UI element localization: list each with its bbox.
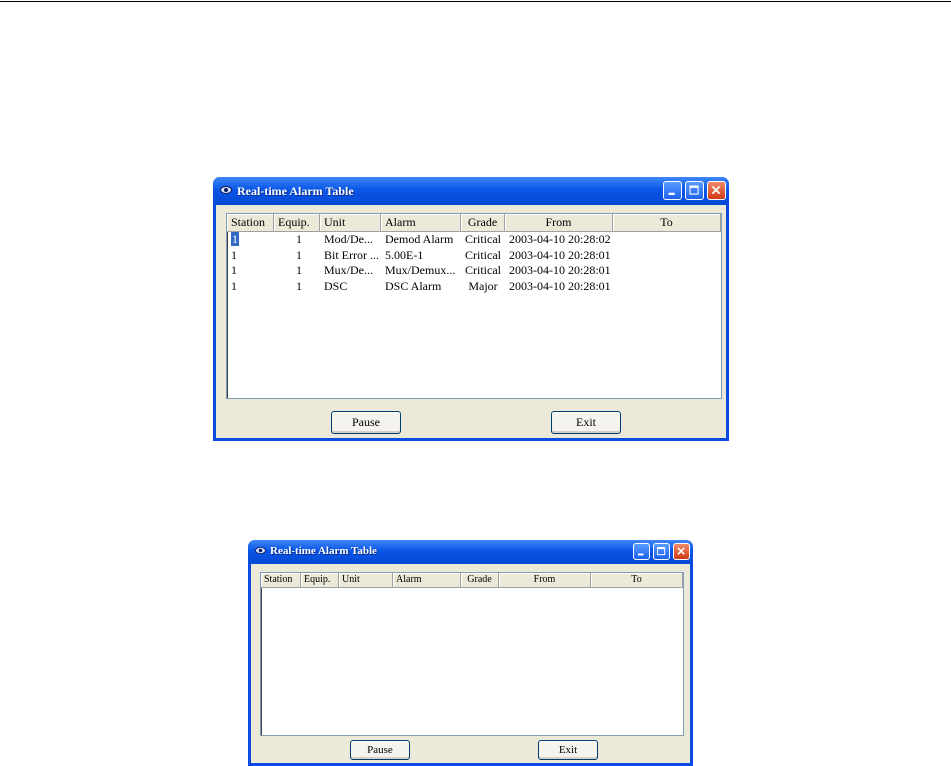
column-header-alarm[interactable]: Alarm xyxy=(381,214,461,232)
close-button[interactable] xyxy=(707,181,726,200)
cell-unit: Bit Error ... xyxy=(324,247,379,262)
column-headers: Station Equip. Unit Alarm Grade From To xyxy=(261,573,683,588)
eye-icon xyxy=(220,186,232,194)
alarm-list[interactable]: Station Equip. Unit Alarm Grade From To xyxy=(260,572,684,736)
close-icon xyxy=(711,185,721,195)
column-header-from[interactable]: From xyxy=(499,573,591,588)
cell-alarm: Mux/Demux... xyxy=(385,263,456,277)
table-row[interactable]: 1 1 Mod/De... Demod Alarm Critical 2003-… xyxy=(227,232,721,248)
alarm-table-window: Real-time Alarm Table Station Equip. Uni… xyxy=(213,177,729,441)
window-client-area: Station Equip. Unit Alarm Grade From To … xyxy=(216,205,726,438)
minimize-button[interactable] xyxy=(663,181,682,200)
minimize-button[interactable] xyxy=(633,543,650,560)
column-header-station[interactable]: Station xyxy=(227,214,274,232)
cell-alarm: DSC Alarm xyxy=(385,278,442,293)
minimize-icon xyxy=(637,553,644,556)
cell-equip: 1 xyxy=(296,263,302,277)
column-header-equip[interactable]: Equip. xyxy=(274,214,320,232)
column-header-alarm[interactable]: Alarm xyxy=(393,573,461,588)
maximize-button[interactable] xyxy=(685,181,704,200)
maximize-button[interactable] xyxy=(653,543,670,560)
cell-station: 1 xyxy=(231,263,237,277)
column-header-station[interactable]: Station xyxy=(261,573,301,588)
cell-grade: Critical xyxy=(465,232,501,246)
eye-icon xyxy=(255,546,266,555)
cell-to xyxy=(613,263,721,279)
cell-grade: Critical xyxy=(465,263,501,277)
cell-grade: Major xyxy=(468,278,498,293)
title-bar[interactable]: Real-time Alarm Table xyxy=(248,540,693,564)
cell-equip: 1 xyxy=(296,247,302,262)
window-title: Real-time Alarm Table xyxy=(270,545,377,557)
close-icon xyxy=(677,547,685,555)
cell-alarm: 5.00E-1 xyxy=(385,247,424,262)
window-client-area: Station Equip. Unit Alarm Grade From To … xyxy=(251,564,690,763)
title-bar[interactable]: Real-time Alarm Table xyxy=(213,177,729,205)
cell-to xyxy=(613,248,721,264)
pause-button[interactable]: Pause xyxy=(350,740,410,760)
minimize-icon xyxy=(668,192,675,195)
table-row[interactable]: 1 1 Mux/De... Mux/Demux... Critical 2003… xyxy=(227,263,721,279)
exit-button[interactable]: Exit xyxy=(538,740,598,760)
column-headers: Station Equip. Unit Alarm Grade From To xyxy=(227,214,721,232)
table-row[interactable]: 1 1 DSC DSC Alarm Major 2003-04-10 20:28… xyxy=(227,279,721,295)
page-top-rule xyxy=(0,1,951,2)
cell-grade: Critical xyxy=(465,247,501,262)
cell-equip: 1 xyxy=(296,232,302,246)
maximize-icon xyxy=(689,185,699,195)
cell-station: 1 xyxy=(231,278,237,293)
cell-to xyxy=(613,232,721,248)
cell-from: 2003-04-10 20:28:01 xyxy=(509,247,611,262)
alarm-table-window-empty: Real-time Alarm Table Station Equip. Uni… xyxy=(248,540,693,766)
column-header-to[interactable]: To xyxy=(613,214,721,232)
cell-unit: Mux/De... xyxy=(324,263,373,277)
column-header-equip[interactable]: Equip. xyxy=(301,573,339,588)
column-header-unit[interactable]: Unit xyxy=(339,573,393,588)
cell-from: 2003-04-10 20:28:01 xyxy=(509,263,611,277)
cell-unit: DSC xyxy=(324,278,348,293)
cell-alarm: Demod Alarm xyxy=(385,232,454,246)
cell-from: 2003-04-10 20:28:01 xyxy=(509,278,611,293)
cell-station: 1 xyxy=(231,247,237,262)
column-header-to[interactable]: To xyxy=(591,573,683,588)
maximize-icon xyxy=(657,547,666,556)
column-header-from[interactable]: From xyxy=(505,214,613,232)
alarm-list[interactable]: Station Equip. Unit Alarm Grade From To … xyxy=(226,213,722,399)
cell-unit: Mod/De... xyxy=(324,232,373,246)
column-header-unit[interactable]: Unit xyxy=(320,214,381,232)
table-row[interactable]: 1 1 Bit Error ... 5.00E-1 Critical 2003-… xyxy=(227,248,721,264)
cell-from: 2003-04-10 20:28:02 xyxy=(509,232,611,246)
column-header-grade[interactable]: Grade xyxy=(461,214,505,232)
exit-button[interactable]: Exit xyxy=(551,411,621,434)
cell-station: 1 xyxy=(231,232,239,246)
close-button[interactable] xyxy=(673,543,690,560)
cell-to xyxy=(613,279,721,295)
cell-equip: 1 xyxy=(296,278,302,293)
pause-button[interactable]: Pause xyxy=(331,411,401,434)
column-header-grade[interactable]: Grade xyxy=(461,573,499,588)
window-title: Real-time Alarm Table xyxy=(237,184,354,198)
